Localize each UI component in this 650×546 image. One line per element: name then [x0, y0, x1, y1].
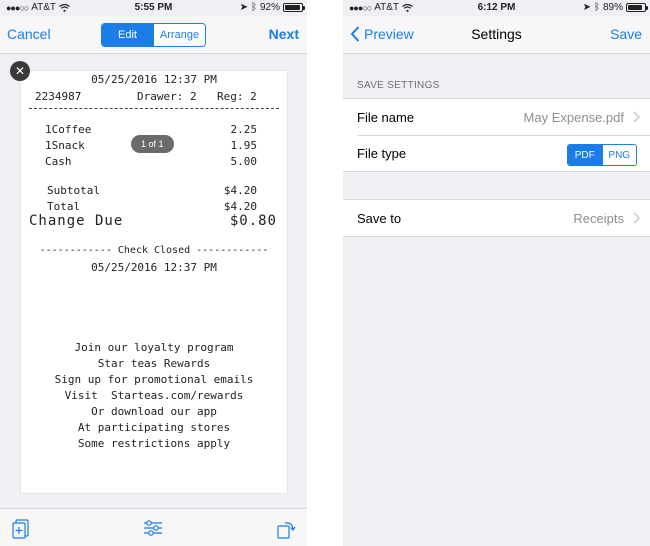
battery-percent: 92%	[259, 2, 280, 13]
status-bar: ●●●○○ AT&T 6:12 PM ➤ ᛒ 89%	[343, 0, 650, 16]
bluetooth-icon: ᛒ	[250, 2, 257, 13]
receipt-preview-area: ✕ 1 of 1 05/25/2016 12:37 PM 2234987 Dra…	[0, 55, 307, 508]
save-settings-group: File name May Expense.pdf File type PDF …	[343, 98, 650, 172]
save-button[interactable]: Save	[610, 26, 642, 42]
receipt-header-drawer: Drawer: 2	[137, 90, 197, 103]
top-navigation-bar: Preview Settings Save	[343, 16, 650, 54]
receipt-item-name: Cash	[45, 155, 72, 168]
receipt-check-closed: ------------ Check Closed ------------	[39, 245, 269, 256]
adjust-sliders-icon[interactable]	[143, 519, 163, 537]
location-icon: ➤	[239, 2, 248, 13]
arrange-segment[interactable]: Arrange	[153, 24, 205, 46]
file-type-label: File type	[357, 146, 407, 161]
receipt-item-name: 1Coffee	[45, 123, 92, 136]
chevron-right-icon	[633, 212, 640, 224]
file-name-label: File name	[357, 109, 415, 125]
chevron-right-icon	[633, 111, 640, 123]
receipt-subtotal-value: $4.20	[223, 184, 257, 197]
page-indicator: 1 of 1	[131, 135, 174, 153]
add-page-icon[interactable]	[12, 519, 30, 539]
battery-percent: 89%	[602, 2, 623, 13]
receipt-footer-line: Sign up for promotional emails	[54, 373, 254, 386]
receipt-item-price: 5.00	[230, 155, 258, 168]
receipt-total-label: Total	[47, 200, 81, 213]
receipt-change-value: $0.80	[229, 213, 277, 229]
save-to-label: Save to	[357, 210, 402, 226]
section-header: SAVE SETTINGS	[357, 80, 440, 91]
bluetooth-icon: ᛒ	[593, 2, 600, 13]
receipt-closed-datetime: 05/25/2016 12:37 PM	[91, 261, 217, 274]
png-option[interactable]: PNG	[601, 145, 636, 165]
edit-segment[interactable]: Edit	[102, 24, 153, 46]
receipt-divider	[29, 108, 279, 109]
file-type-segmented-control: PDF PNG	[567, 144, 637, 166]
next-button[interactable]: Next	[269, 26, 299, 42]
receipt-footer-line: Join our loyalty program	[74, 341, 234, 354]
receipt-header-datetime: 05/25/2016 12:37 PM	[91, 73, 217, 86]
pdf-option[interactable]: PDF	[568, 145, 602, 165]
file-name-value: May Expense.pdf	[523, 109, 624, 125]
receipt-item-price: 2.25	[230, 123, 258, 136]
status-bar: ●●●○○ AT&T 5:55 PM ➤ ᛒ 92%	[0, 0, 307, 16]
remove-page-button[interactable]: ✕	[10, 61, 30, 81]
receipt-footer-line: Or download our app	[91, 405, 217, 418]
file-type-row: File type PDF PNG	[357, 135, 650, 171]
receipt-item-price: 1.95	[230, 139, 258, 152]
receipt-header-reg: Reg: 2	[217, 90, 257, 103]
bottom-toolbar	[0, 508, 307, 546]
file-name-row[interactable]: File name May Expense.pdf	[343, 99, 650, 135]
cancel-button[interactable]: Cancel	[7, 26, 51, 42]
receipt-footer-line: Visit Starteas.com/rewards	[64, 389, 244, 402]
settings-screen: ●●●○○ AT&T 6:12 PM ➤ ᛒ 89% Preview Setti…	[343, 0, 650, 546]
receipt-total-value: $4.20	[223, 200, 257, 213]
receipt-footer-line: Star teas Rewards	[97, 357, 211, 370]
edit-arrange-segmented-control: Edit Arrange	[101, 23, 206, 47]
receipt-footer-line: At participating stores	[77, 421, 231, 434]
battery-icon	[626, 3, 648, 12]
receipt-header-id: 2234987	[35, 90, 82, 103]
page-title: Settings	[471, 26, 522, 42]
save-to-row[interactable]: Save to Receipts	[343, 200, 650, 236]
rotate-icon[interactable]	[276, 519, 296, 539]
battery-icon	[283, 3, 305, 12]
receipt-change-label: Change Due	[29, 213, 124, 229]
receipt-editor-screen: ●●●○○ AT&T 5:55 PM ➤ ᛒ 92% Cancel Edit A…	[0, 0, 307, 546]
save-location-group: Save to Receipts	[343, 199, 650, 237]
receipt-subtotal-label: Subtotal	[47, 184, 100, 197]
location-icon: ➤	[582, 2, 591, 13]
top-navigation-bar: Cancel Edit Arrange Next	[0, 16, 307, 54]
receipt-footer-line: Some restrictions apply	[77, 437, 231, 450]
receipt-item-name: 1Snack	[45, 139, 85, 152]
save-to-value: Receipts	[573, 210, 624, 226]
